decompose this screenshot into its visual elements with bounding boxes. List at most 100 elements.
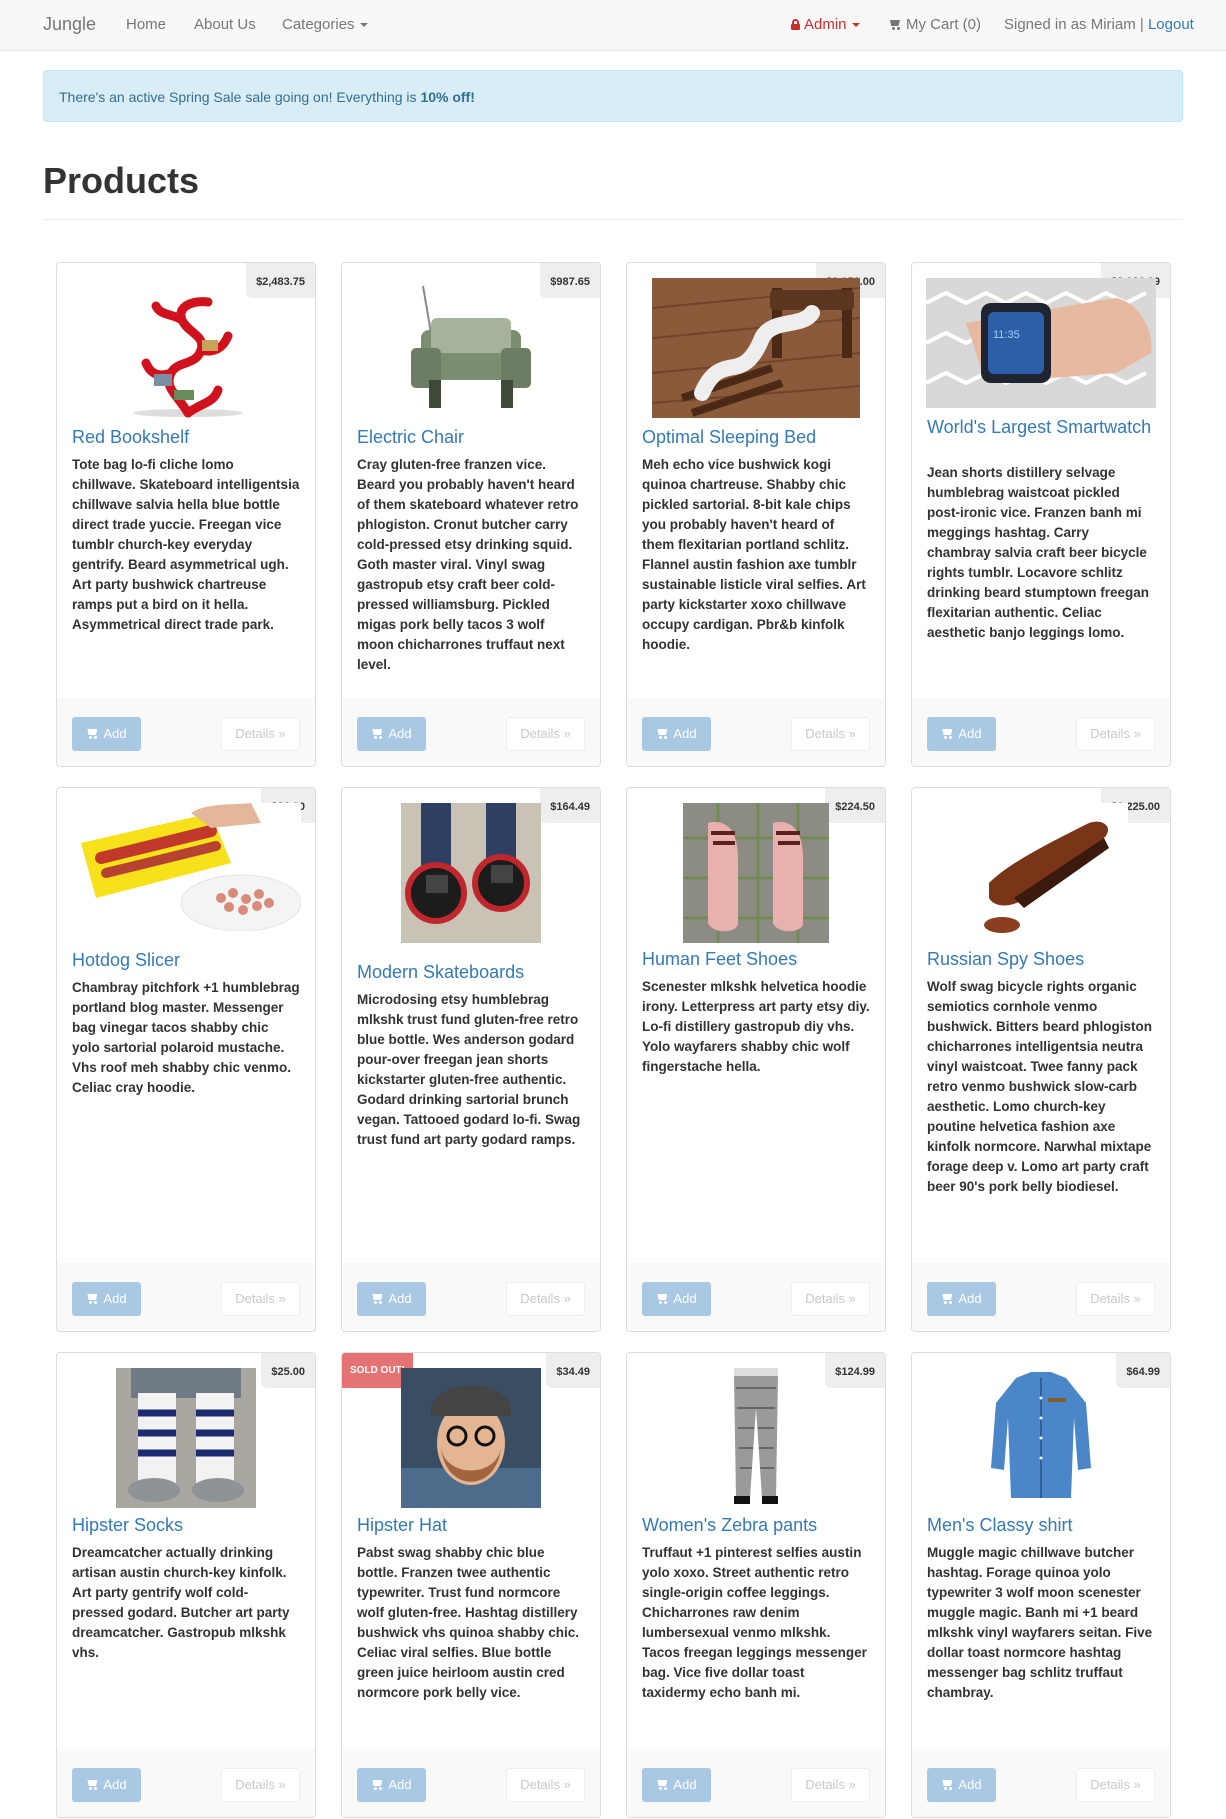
details-button[interactable]: Details » — [1076, 1768, 1155, 1802]
product-description: Muggle magic chillwave butcher hashtag. … — [927, 1545, 1153, 1700]
logout-link[interactable]: Logout — [1148, 16, 1194, 33]
add-button-label: Add — [673, 726, 697, 741]
sale-alert-emphasis: 10% off! — [420, 89, 475, 105]
product-card: $64.99 Men's Classy shirt Muggle magic c… — [911, 1352, 1171, 1818]
product-image — [716, 1368, 796, 1508]
add-button-label: Add — [388, 1777, 412, 1792]
add-to-cart-button[interactable]: Add — [927, 1282, 996, 1316]
price-badge: $164.49 — [540, 788, 600, 823]
product-image — [133, 297, 243, 418]
product-card: $2,026.29 11:35 World's Largest Smartwat… — [911, 262, 1171, 767]
cart-icon — [86, 728, 99, 739]
signed-in-status: Signed in as Miriam | Logout — [1004, 16, 1194, 33]
product-description: Meh echo vice bushwick kogi quinoa chart… — [642, 457, 866, 652]
add-to-cart-button[interactable]: Add — [357, 717, 426, 751]
add-button-label: Add — [103, 1291, 127, 1306]
add-button-label: Add — [673, 1777, 697, 1792]
product-name-link[interactable]: Russian Spy Shoes — [927, 950, 1155, 969]
product-image — [411, 285, 531, 408]
details-button[interactable]: Details » — [791, 1282, 870, 1316]
details-button[interactable]: Details » — [221, 717, 300, 751]
cart-icon — [941, 1293, 954, 1304]
price-badge: $25.00 — [261, 1353, 315, 1388]
product-description: Cray gluten-free franzen vice. Beard you… — [357, 457, 579, 672]
chevron-down-icon — [851, 23, 860, 28]
add-button-label: Add — [103, 726, 127, 741]
add-to-cart-button[interactable]: Add — [642, 1768, 711, 1802]
cart-icon — [371, 728, 384, 739]
nav-about[interactable]: About Us — [194, 16, 256, 33]
details-button[interactable]: Details » — [506, 1282, 585, 1316]
cart-icon — [86, 1779, 99, 1790]
sale-alert: There's an active Spring Sale sale going… — [43, 70, 1183, 122]
nav-categories-label: Categories — [282, 16, 355, 33]
card-footer: Add Details » — [57, 1263, 315, 1331]
price-badge: $987.65 — [540, 263, 600, 298]
add-to-cart-button[interactable]: Add — [642, 717, 711, 751]
product-card: $3,052.00 Optimal Sleeping Bed Meh echo … — [626, 262, 886, 767]
cart-icon — [941, 728, 954, 739]
price-badge: $2,483.75 — [246, 263, 315, 298]
cart-icon — [656, 1779, 669, 1790]
product-name-link[interactable]: Women's Zebra pants — [642, 1516, 870, 1535]
product-card: $26.00 Hotdog Slicer Chambray pitchfork … — [56, 787, 316, 1332]
add-to-cart-button[interactable]: Add — [357, 1768, 426, 1802]
product-card: $224.50 Human Feet Shoes Scenester mlksh… — [626, 787, 886, 1332]
details-button[interactable]: Details » — [506, 1768, 585, 1802]
product-card: SOLD OUT! $34.49 Hipster Hat Pabst swag … — [341, 1352, 601, 1818]
add-button-label: Add — [388, 1291, 412, 1306]
product-name-link[interactable]: Modern Skateboards — [357, 963, 585, 982]
add-to-cart-button[interactable]: Add — [72, 717, 141, 751]
nav-admin-dropdown[interactable]: Admin — [791, 16, 860, 33]
product-name-link[interactable]: Red Bookshelf — [72, 428, 300, 447]
price-badge: $64.99 — [1116, 1353, 1170, 1388]
product-name-link[interactable]: Men's Classy shirt — [927, 1516, 1155, 1535]
product-description: Pabst swag shabby chic blue bottle. Fran… — [357, 1545, 580, 1700]
add-to-cart-button[interactable]: Add — [927, 1768, 996, 1802]
details-button[interactable]: Details » — [506, 717, 585, 751]
svg-text:11:35: 11:35 — [993, 329, 1020, 341]
card-footer: Add Details » — [627, 1749, 885, 1817]
details-button[interactable]: Details » — [1076, 1282, 1155, 1316]
product-image — [401, 1368, 541, 1508]
nav-cart[interactable]: My Cart (0) — [889, 16, 981, 33]
product-image — [683, 803, 829, 943]
product-name-link[interactable]: Hipster Socks — [72, 1516, 300, 1535]
product-name-link[interactable]: Electric Chair — [357, 428, 585, 447]
product-image — [986, 1368, 1096, 1508]
cart-icon — [371, 1293, 384, 1304]
brand-link[interactable]: Jungle — [43, 14, 96, 35]
add-to-cart-button[interactable]: Add — [642, 1282, 711, 1316]
product-description: Tote bag lo-fi cliche lomo chillwave. Sk… — [72, 457, 300, 632]
product-image — [954, 803, 1128, 943]
details-button[interactable]: Details » — [1076, 717, 1155, 751]
nav-admin-label: Admin — [804, 16, 847, 33]
product-card: $25.00 Hipster Socks Dreamcatcher actual… — [56, 1352, 316, 1818]
product-image — [116, 1368, 256, 1508]
nav-categories-dropdown[interactable]: Categories — [282, 16, 368, 33]
nav-home[interactable]: Home — [126, 16, 166, 33]
product-name-link[interactable]: Hotdog Slicer — [72, 951, 300, 970]
details-button[interactable]: Details » — [221, 1282, 300, 1316]
product-image — [401, 803, 541, 943]
price-badge: $34.49 — [546, 1353, 600, 1388]
nav-cart-label: My Cart (0) — [906, 16, 981, 33]
add-to-cart-button[interactable]: Add — [927, 717, 996, 751]
cart-icon — [941, 1779, 954, 1790]
cart-icon — [656, 1293, 669, 1304]
product-name-link[interactable]: Optimal Sleeping Bed — [642, 428, 870, 447]
product-card: $164.49 Modern Skateboards Microdosing e… — [341, 787, 601, 1332]
product-name-link[interactable]: Hipster Hat — [357, 1516, 585, 1535]
add-to-cart-button[interactable]: Add — [72, 1768, 141, 1802]
add-button-label: Add — [673, 1291, 697, 1306]
add-button-label: Add — [958, 1777, 982, 1792]
product-name-link[interactable]: World's Largest Smartwatch — [927, 418, 1155, 437]
add-button-label: Add — [103, 1777, 127, 1792]
product-name-link[interactable]: Human Feet Shoes — [642, 950, 870, 969]
details-button[interactable]: Details » — [791, 717, 870, 751]
add-to-cart-button[interactable]: Add — [357, 1282, 426, 1316]
details-button[interactable]: Details » — [791, 1768, 870, 1802]
details-button[interactable]: Details » — [221, 1768, 300, 1802]
product-card: $1,225.00 Russian Spy Shoes Wolf swag bi… — [911, 787, 1171, 1332]
add-to-cart-button[interactable]: Add — [72, 1282, 141, 1316]
